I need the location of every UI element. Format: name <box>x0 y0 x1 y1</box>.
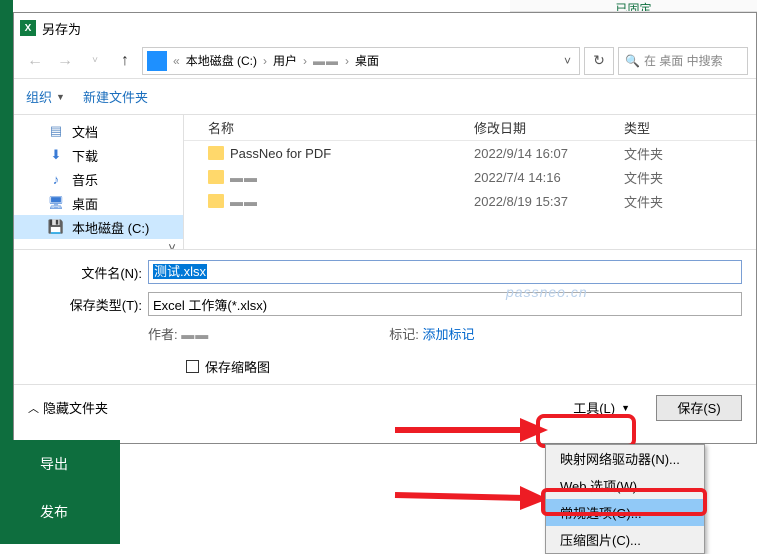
column-header-name[interactable]: 名称 <box>184 118 474 137</box>
tools-button[interactable]: 工具(L)▼ <box>563 395 640 421</box>
menu-general-options[interactable]: 常规选项(G)... <box>546 499 704 526</box>
filename-input[interactable]: 测试.xlsx <box>148 260 742 284</box>
save-as-dialog: X 另存为 ← → ˅ ↑ « 本地磁盘 (C:) › 用户 › ▬▬ › 桌面… <box>13 12 757 444</box>
folder-icon <box>208 194 224 208</box>
author-value[interactable]: ▬▬ <box>181 327 209 342</box>
organize-button[interactable]: 组织▼ <box>26 87 65 106</box>
backstage-export[interactable]: 导出 <box>40 440 120 488</box>
sidebar-scroll-down-icon[interactable]: ˅ <box>164 239 180 249</box>
excel-icon: X <box>20 20 36 36</box>
folder-icon <box>208 170 224 184</box>
search-placeholder: 在 桌面 中搜索 <box>644 52 723 69</box>
annotation-arrow <box>390 475 550 515</box>
chevron-right-icon: › <box>301 54 309 68</box>
file-row[interactable]: ▬▬ 2022/8/19 15:37 文件夹 <box>184 189 756 213</box>
bc-user-blurred[interactable]: ▬▬ <box>309 54 343 68</box>
document-icon: ▤ <box>48 123 64 139</box>
filename-label: 文件名(N): <box>28 263 148 282</box>
author-label: 作者: <box>148 327 178 342</box>
breadcrumb-dropdown-icon[interactable]: ˅ <box>556 54 579 68</box>
menu-map-drive[interactable]: 映射网络驱动器(N)... <box>546 445 704 472</box>
chevron-up-icon: ︿ <box>28 400 39 416</box>
savetype-label: 保存类型(T): <box>28 295 148 314</box>
folder-icon <box>208 146 224 160</box>
file-list: 名称 修改日期 类型 PassNeo for PDF 2022/9/14 16:… <box>184 115 756 249</box>
menu-web-options[interactable]: Web 选项(W)... <box>546 472 704 499</box>
add-tag-link[interactable]: 添加标记 <box>423 327 475 342</box>
menu-compress-pics[interactable]: 压缩图片(C)... <box>546 526 704 553</box>
nav-up-icon[interactable]: ↑ <box>112 48 138 74</box>
music-icon: ♪ <box>48 171 64 187</box>
savetype-select[interactable]: Excel 工作簿(*.xlsx) <box>148 292 742 316</box>
desktop-icon: 🖥 <box>48 195 64 211</box>
sidebar-item-desktop[interactable]: 🖥桌面 <box>14 191 183 215</box>
chevron-right-icon: › <box>343 54 351 68</box>
tag-label: 标记: <box>389 327 419 342</box>
backstage-publish[interactable]: 发布 <box>40 488 120 536</box>
file-row[interactable]: PassNeo for PDF 2022/9/14 16:07 文件夹 <box>184 141 756 165</box>
sidebar-item-downloads[interactable]: ⬇下载 <box>14 143 183 167</box>
nav-recent-icon[interactable]: ˅ <box>82 48 108 74</box>
chevron-right-icon: › <box>261 54 269 68</box>
sidebar-item-music[interactable]: ♪音乐 <box>14 167 183 191</box>
folder-tree: ▤文档 ⬇下载 ♪音乐 🖥桌面 💾本地磁盘 (C:) ˅ <box>14 115 184 249</box>
drive-icon: 💾 <box>48 219 64 235</box>
bc-drive[interactable]: 本地磁盘 (C:) <box>182 52 261 69</box>
thumbnail-checkbox[interactable] <box>186 360 199 373</box>
tools-dropdown: 映射网络驱动器(N)... Web 选项(W)... 常规选项(G)... 压缩… <box>545 444 705 554</box>
search-input[interactable]: 🔍 在 桌面 中搜索 <box>618 47 748 75</box>
pinned-fragment: 已固定 <box>510 0 757 12</box>
bc-users[interactable]: 用户 <box>269 52 301 69</box>
titlebar: X 另存为 <box>14 13 756 43</box>
thumbnail-label: 保存缩略图 <box>205 357 270 376</box>
dialog-title: 另存为 <box>42 19 81 38</box>
search-icon: 🔍 <box>625 54 640 68</box>
refresh-button[interactable]: ↻ <box>584 47 614 75</box>
breadcrumb[interactable]: « 本地磁盘 (C:) › 用户 › ▬▬ › 桌面 ˅ <box>142 47 580 75</box>
new-folder-button[interactable]: 新建文件夹 <box>83 87 148 106</box>
hide-folders-toggle[interactable]: ︿ 隐藏文件夹 <box>28 398 108 417</box>
column-header-date[interactable]: 修改日期 <box>474 118 624 137</box>
file-row[interactable]: ▬▬ 2022/7/4 14:16 文件夹 <box>184 165 756 189</box>
backstage-menu: 导出 发布 <box>0 440 120 544</box>
drive-icon <box>147 51 167 71</box>
download-icon: ⬇ <box>48 147 64 163</box>
chevron-right-icon: « <box>171 54 182 68</box>
nav-back-icon[interactable]: ← <box>22 48 48 74</box>
column-header-type[interactable]: 类型 <box>624 118 714 137</box>
chevron-down-icon: ▼ <box>56 92 65 102</box>
chevron-down-icon: ▼ <box>621 403 630 413</box>
sidebar-item-drive-c[interactable]: 💾本地磁盘 (C:) <box>14 215 183 239</box>
nav-forward-icon: → <box>52 48 78 74</box>
sidebar-item-documents[interactable]: ▤文档 <box>14 119 183 143</box>
save-button[interactable]: 保存(S) <box>656 395 742 421</box>
bc-desktop[interactable]: 桌面 <box>351 52 383 69</box>
